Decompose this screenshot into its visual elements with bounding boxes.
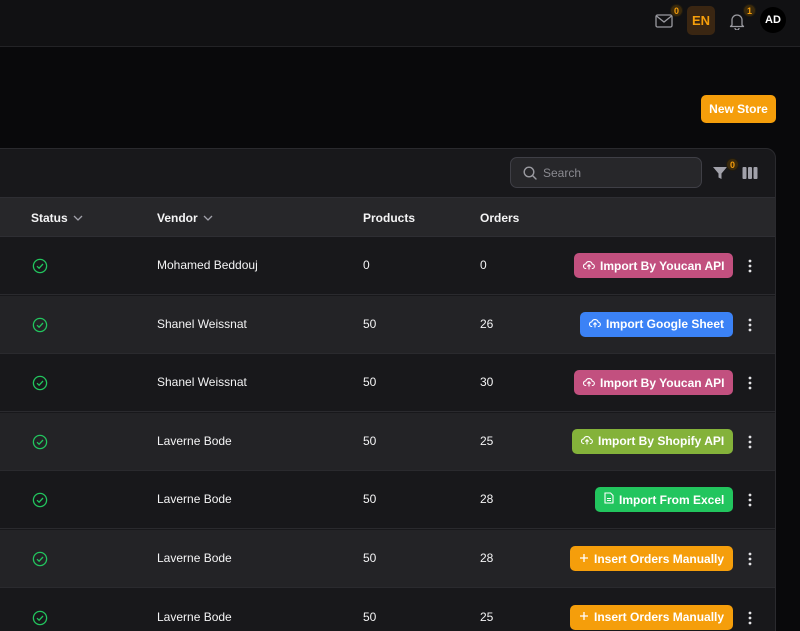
table-row[interactable]: Laverne Bode 50 25 Import By Shopify API (0, 412, 775, 471)
status-check-icon (32, 375, 48, 391)
chevron-down-icon (203, 215, 213, 221)
more-options-icon[interactable] (747, 258, 753, 274)
row-action-label: Insert Orders Manually (594, 551, 725, 566)
row-action-button[interactable]: Insert Orders Manually (570, 546, 734, 571)
more-options-icon[interactable] (747, 551, 753, 567)
table-row[interactable]: Laverne Bode 50 28 Import From Excel (0, 471, 775, 530)
chevron-down-icon (73, 215, 83, 221)
vendor-cell: Laverne Bode (157, 492, 232, 507)
table-row[interactable]: Laverne Bode 50 25 Insert Orders Manually (0, 588, 775, 631)
row-action-button[interactable]: Import By Youcan API (574, 253, 734, 278)
products-cell: 0 (363, 258, 370, 272)
table-header: Status Vendor Products Orders (0, 197, 775, 237)
notification-count-badge: 1 (743, 4, 756, 17)
row-action-label: Import By Youcan API (600, 258, 725, 273)
search-input[interactable] (543, 158, 693, 187)
table-row[interactable]: Laverne Bode 50 28 Insert Orders Manually (0, 530, 775, 588)
orders-cell: 28 (480, 551, 494, 565)
row-action-button[interactable]: Import Google Sheet (580, 311, 734, 337)
new-store-button[interactable]: New Store (701, 95, 776, 123)
row-action-button[interactable]: Import By Shopify API (572, 428, 734, 454)
orders-cell: 28 (480, 492, 494, 507)
products-cell: 50 (363, 551, 377, 565)
cloud-upload-icon (582, 259, 595, 273)
orders-cell: 25 (480, 433, 494, 448)
more-options-icon[interactable] (747, 610, 753, 626)
status-check-icon (32, 317, 48, 333)
filter-count-badge: 0 (726, 158, 739, 171)
search-box[interactable] (510, 157, 702, 188)
row-action-label: Insert Orders Manually (594, 610, 725, 625)
table-row[interactable]: Mohamed Beddouj 0 0 Import By Youcan API (0, 237, 775, 295)
filter-icon[interactable] (712, 165, 728, 181)
row-action-button[interactable]: Import By Youcan API (574, 370, 734, 396)
stores-table-panel: 0 Status Vendor Products Orders Mohamed … (0, 148, 776, 631)
table-row[interactable]: Shanel Weissnat 50 26 Import Google Sheet (0, 295, 775, 354)
avatar[interactable]: AD (760, 7, 786, 33)
orders-cell: 25 (480, 609, 494, 624)
products-column-header: Products (363, 211, 416, 225)
products-cell: 50 (363, 609, 377, 624)
orders-cell: 0 (480, 258, 487, 272)
language-switcher[interactable]: EN (687, 6, 715, 35)
orders-cell: 26 (480, 316, 494, 331)
cloud-upload-icon (582, 376, 595, 390)
status-check-icon (32, 434, 48, 450)
products-cell: 50 (363, 433, 377, 448)
search-icon (523, 166, 537, 185)
vendor-cell: Shanel Weissnat (157, 316, 247, 331)
vendor-cell: Laverne Bode (157, 551, 232, 565)
more-options-icon[interactable] (747, 317, 753, 333)
top-bar: 0 EN 1 AD (0, 0, 800, 47)
products-cell: 50 (363, 316, 377, 331)
vendor-cell: Laverne Bode (157, 609, 232, 624)
plus-icon (579, 552, 589, 566)
row-action-button[interactable]: Insert Orders Manually (570, 604, 734, 630)
status-check-icon (32, 492, 48, 508)
more-options-icon[interactable] (747, 492, 753, 508)
vendor-cell: Laverne Bode (157, 433, 232, 448)
row-action-label: Import Google Sheet (606, 317, 725, 332)
orders-column-header: Orders (480, 211, 520, 225)
row-action-label: Import From Excel (619, 492, 725, 507)
row-action-button[interactable]: Import From Excel (595, 487, 734, 513)
file-icon (604, 492, 614, 507)
row-action-label: Import By Youcan API (600, 375, 725, 390)
row-action-label: Import By Shopify API (598, 434, 725, 449)
vendor-column-header[interactable]: Vendor (157, 211, 213, 225)
columns-icon[interactable] (742, 166, 758, 180)
more-options-icon[interactable] (747, 434, 753, 450)
status-check-icon (32, 610, 48, 626)
status-check-icon (32, 258, 48, 274)
products-cell: 50 (363, 492, 377, 507)
orders-cell: 30 (480, 375, 494, 390)
table-row[interactable]: Shanel Weissnat 50 30 Import By Youcan API (0, 354, 775, 413)
mail-count-badge: 0 (670, 4, 683, 17)
cloud-upload-icon (588, 317, 601, 331)
vendor-cell: Shanel Weissnat (157, 375, 247, 390)
status-column-header[interactable]: Status (31, 211, 83, 225)
more-options-icon[interactable] (747, 375, 753, 391)
products-cell: 50 (363, 375, 377, 390)
status-check-icon (32, 551, 48, 567)
vendor-cell: Mohamed Beddouj (157, 258, 258, 272)
plus-icon (579, 610, 589, 624)
cloud-upload-icon (580, 434, 593, 448)
